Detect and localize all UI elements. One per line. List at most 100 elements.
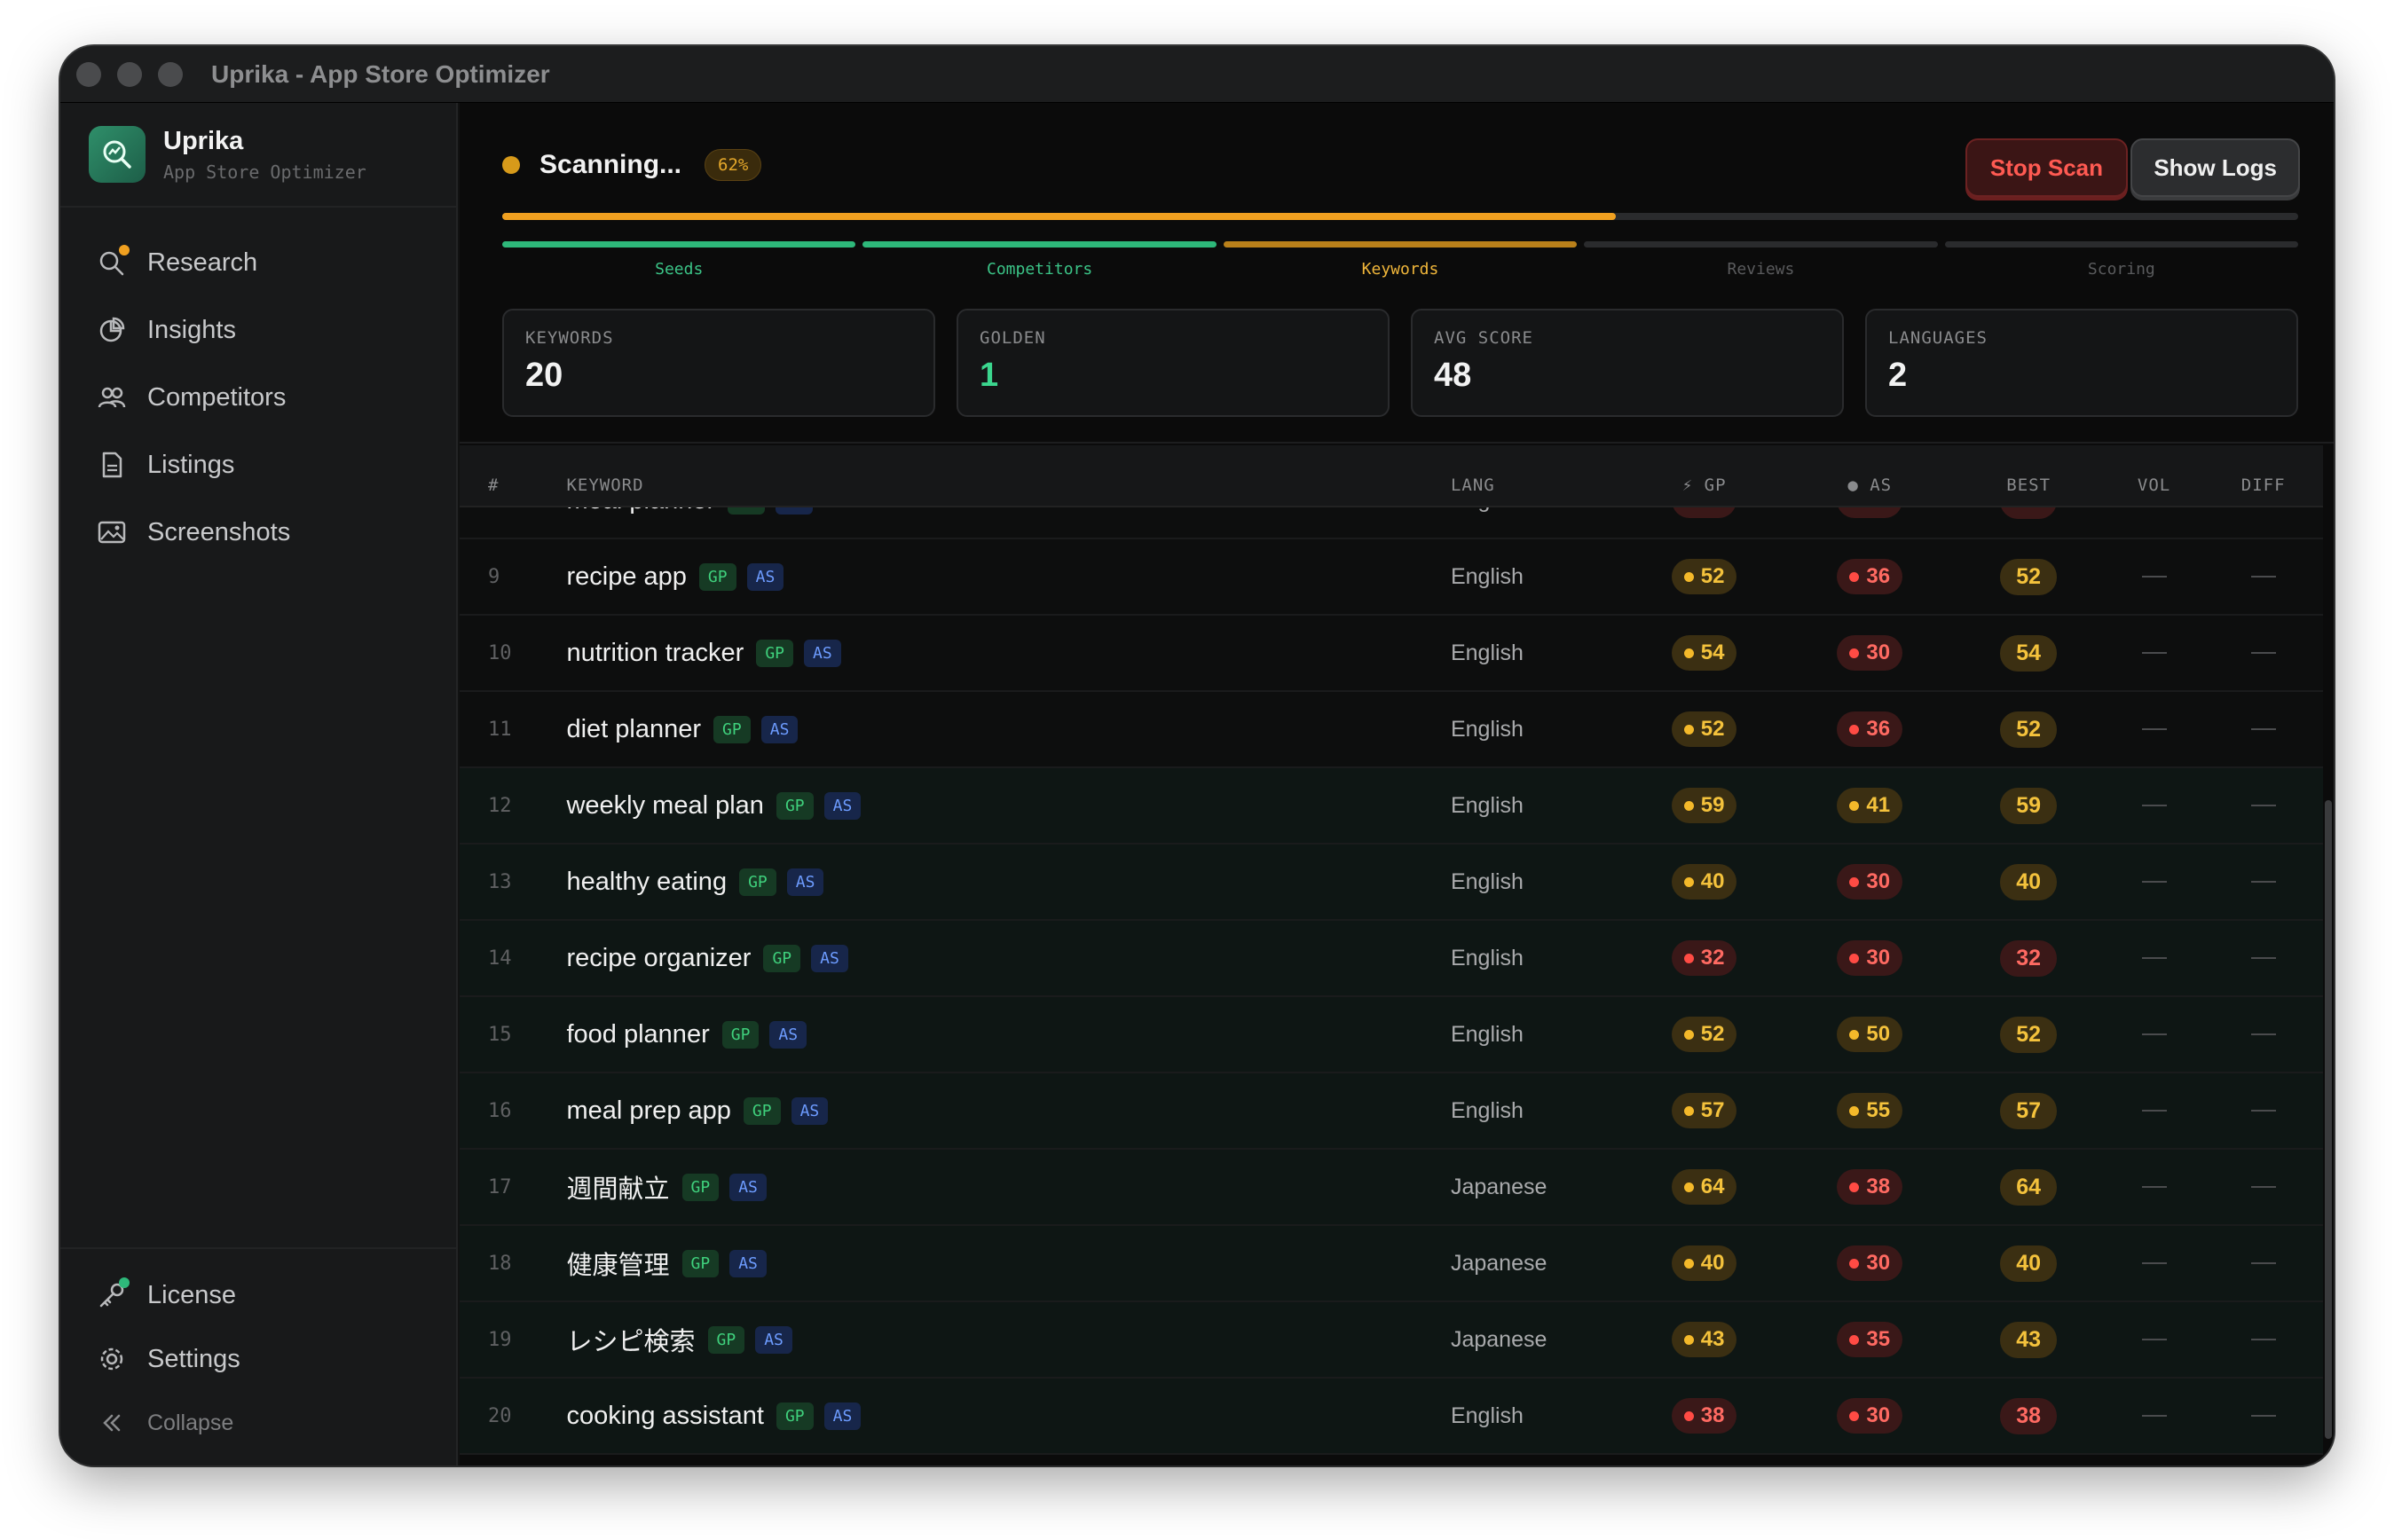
- volume-cell: [2105, 805, 2204, 806]
- score-dot: [1849, 1334, 1860, 1345]
- score-dot: [1849, 1105, 1860, 1116]
- empty-dash: [2250, 805, 2276, 806]
- table-row[interactable]: 15 food planner GP AS English 52 50 52: [460, 997, 2323, 1073]
- brand: Uprika App Store Optimizer: [60, 103, 456, 208]
- column-header-lang[interactable]: LANG: [1451, 475, 1621, 495]
- as-score-pill: 30: [1837, 1245, 1903, 1281]
- as-score: 30: [1866, 869, 1891, 893]
- best-score-cell: 40: [1953, 1245, 2105, 1282]
- bolt-icon: ⚡: [1681, 475, 1694, 495]
- as-score: 35: [1866, 1327, 1891, 1351]
- keyword-text: 健康管理: [566, 1252, 670, 1280]
- empty-dash: [2141, 576, 2167, 578]
- pie-chart-icon: [98, 316, 126, 344]
- app-window: Uprika - App Store Optimizer Uprika App …: [60, 46, 2334, 1465]
- as-score-cell: 36: [1787, 711, 1953, 747]
- sidebar-item-license[interactable]: License: [60, 1263, 456, 1327]
- table-scrollbar[interactable]: [2325, 800, 2332, 1439]
- table-row[interactable]: 9 recipe app GP AS English 52 36 52: [460, 539, 2323, 616]
- gp-tag: GP: [713, 715, 751, 743]
- language-cell: English: [1450, 868, 1524, 894]
- score-dot: [1683, 1029, 1694, 1040]
- score-dot: [1849, 800, 1860, 811]
- volume-cell: [2105, 1415, 2204, 1417]
- table-row[interactable]: 16 meal prep app GP AS English 57 55 57: [460, 1073, 2323, 1150]
- gp-score: 57: [1700, 1098, 1725, 1122]
- sidebar-item-research[interactable]: Research: [60, 229, 456, 296]
- volume-cell: [2105, 1110, 2204, 1112]
- gp-score-cell: 32: [1621, 940, 1787, 976]
- column-header-num[interactable]: #: [460, 475, 566, 495]
- as-score-cell: 30: [1787, 635, 1953, 671]
- keyword-cell: recipe app GP AS: [566, 562, 1450, 592]
- gp-score-cell: 38: [1621, 1398, 1787, 1434]
- difficulty-cell: [2203, 1415, 2323, 1417]
- as-score: 41: [1866, 793, 1891, 817]
- gp-score: 59: [1700, 793, 1725, 817]
- empty-dash: [2250, 1415, 2276, 1417]
- show-logs-button[interactable]: Show Logs: [2130, 138, 2300, 197]
- gp-score: 43: [1700, 1327, 1725, 1351]
- as-tag: AS: [823, 791, 862, 820]
- column-header-best[interactable]: BEST: [1953, 475, 2105, 495]
- as-score-pill: 35: [1837, 1322, 1903, 1357]
- best-score-cell: 64: [1953, 1168, 2105, 1206]
- stop-scan-button[interactable]: Stop Scan: [1965, 138, 2128, 197]
- row-number: 12: [488, 794, 512, 817]
- table-row[interactable]: 14 recipe organizer GP AS English 32 30 32: [460, 921, 2323, 997]
- table-row[interactable]: 17 週間献立 GP AS Japanese 64 38 64: [460, 1150, 2323, 1226]
- empty-dash: [2141, 1110, 2167, 1112]
- sidebar-item-insights[interactable]: Insights: [60, 296, 456, 364]
- scan-status: Scanning... 62%: [502, 149, 762, 181]
- empty-dash: [2250, 1033, 2276, 1035]
- key-icon: [98, 1277, 130, 1309]
- step-bar: [1944, 241, 2299, 248]
- table-row[interactable]: 12 weekly meal plan GP AS English 59 41 59: [460, 768, 2323, 845]
- sidebar-item-settings[interactable]: Settings: [60, 1327, 456, 1391]
- as-score-pill: 30: [1837, 864, 1903, 900]
- table-row[interactable]: 11 diet planner GP AS English 52 36 52: [460, 692, 2323, 768]
- brand-subtitle: App Store Optimizer: [163, 161, 366, 183]
- license-status-dot: [119, 1277, 130, 1288]
- difficulty-cell: [2203, 805, 2323, 806]
- step-reviews: Reviews: [1584, 241, 1938, 279]
- scan-progress-bar: [502, 213, 2298, 220]
- stat-label: LANGUAGES: [1888, 328, 1988, 348]
- table-row[interactable]: 13 healthy eating GP AS English 40 30 40: [460, 845, 2323, 921]
- sidebar-item-listings[interactable]: Listings: [60, 431, 456, 499]
- collapse-sidebar-button[interactable]: Collapse: [60, 1391, 456, 1455]
- gp-score-pill: 43: [1671, 1322, 1737, 1357]
- score-dot: [1683, 1410, 1694, 1421]
- empty-dash: [2141, 728, 2167, 730]
- score-dot: [1849, 1410, 1860, 1421]
- table-row[interactable]: 18 健康管理 GP AS Japanese 40 30 40: [460, 1226, 2323, 1302]
- as-score-pill: 55: [1837, 1093, 1903, 1128]
- as-score-pill: 30: [1837, 940, 1903, 976]
- table-row[interactable]: 10 nutrition tracker GP AS English 54 30 54: [460, 616, 2323, 692]
- row-number: 16: [488, 1099, 512, 1122]
- empty-dash: [2250, 1110, 2276, 1112]
- column-header-keyword[interactable]: KEYWORD: [566, 475, 1450, 495]
- best-score-cell: 59: [1953, 787, 2105, 824]
- brand-name: Uprika: [163, 126, 244, 155]
- gp-score-cell: 54: [1621, 635, 1787, 671]
- empty-dash: [2250, 652, 2276, 654]
- gp-tag: GP: [681, 1173, 720, 1201]
- step-keywords: Keywords: [1223, 241, 1578, 279]
- gp-score-pill: 52: [1671, 559, 1737, 594]
- column-header-diff[interactable]: DIFF: [2203, 475, 2323, 495]
- as-score-cell: 55: [1787, 1093, 1953, 1128]
- as-tag: AS: [786, 868, 824, 896]
- minimize-window-button[interactable]: [117, 61, 142, 87]
- table-row[interactable]: 20 cooking assistant GP AS English 38 30 38: [460, 1379, 2323, 1455]
- close-window-button[interactable]: [76, 61, 101, 87]
- column-header-as[interactable]: ● AS: [1787, 475, 1953, 495]
- sidebar-item-competitors[interactable]: Competitors: [60, 364, 456, 431]
- table-body: 8meal plannerGPASEnglish3230329recipe ap…: [460, 463, 2323, 1455]
- table-row[interactable]: 19 レシピ検索 GP AS Japanese 43 35 43: [460, 1302, 2323, 1379]
- zoom-window-button[interactable]: [158, 61, 183, 87]
- as-score-cell: 30: [1787, 940, 1953, 976]
- column-header-gp[interactable]: ⚡ GP: [1621, 475, 1787, 495]
- column-header-vol[interactable]: VOL: [2105, 475, 2204, 495]
- sidebar-item-screenshots[interactable]: Screenshots: [60, 499, 456, 566]
